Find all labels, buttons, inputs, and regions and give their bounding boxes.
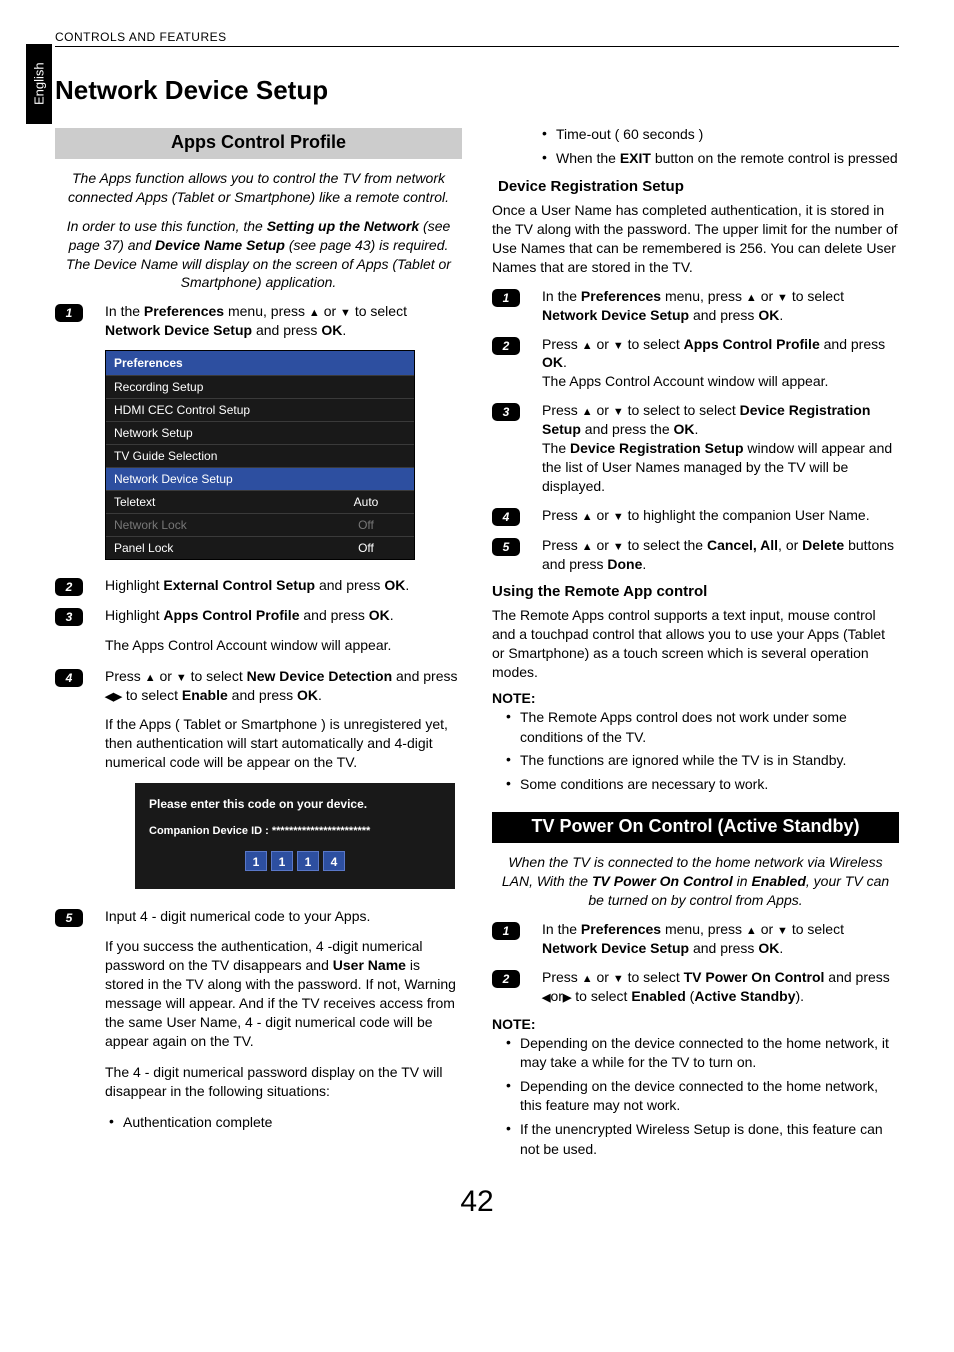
down-arrow-icon: ▼ (613, 406, 624, 418)
down-arrow-icon: ▼ (777, 925, 788, 937)
codebox-digits: 1 1 1 4 (149, 851, 441, 871)
down-arrow-icon: ▼ (176, 672, 187, 684)
codebox-line-1: Please enter this code on your device. (149, 797, 441, 811)
up-arrow-icon: ▲ (582, 406, 593, 418)
step-badge-1: 1 (55, 304, 83, 322)
tvpower-note-1: Depending on the device connected to the… (506, 1034, 899, 1073)
remote-notes: The Remote Apps control does not work un… (492, 708, 899, 794)
right-step-2: 2 Press ▲ or ▼ to select Apps Control Pr… (492, 335, 899, 392)
menu-row: Network Setup (106, 421, 414, 444)
left-bullets: Authentication complete (105, 1113, 462, 1133)
header-section: CONTROLS AND FEATURES (55, 30, 899, 47)
menu-row: Panel LockOff (106, 536, 414, 559)
remote-app-heading: Using the Remote App control (492, 583, 899, 600)
down-arrow-icon: ▼ (613, 340, 624, 352)
codebox-line-2: Companion Device ID : ******************… (149, 825, 441, 837)
step-badge-5: 5 (492, 538, 520, 556)
up-arrow-icon: ▲ (582, 973, 593, 985)
left-step-5-note-1: If you success the authentication, 4 -di… (105, 937, 462, 1050)
down-arrow-icon: ▼ (613, 973, 624, 985)
code-digit: 4 (323, 851, 345, 871)
left-step-4-note: If the Apps ( Tablet or Smartphone ) is … (105, 715, 462, 772)
step-badge-1: 1 (492, 922, 520, 940)
code-digit: 1 (297, 851, 319, 871)
up-arrow-icon: ▲ (582, 340, 593, 352)
tvpower-step-1: 1 In the Preferences menu, press ▲ or ▼ … (492, 920, 899, 958)
tvpower-step-2: 2 Press ▲ or ▼ to select TV Power On Con… (492, 968, 899, 1006)
right-step-1: 1 In the Preferences menu, press ▲ or ▼ … (492, 287, 899, 325)
language-tab: English (26, 44, 52, 124)
main-title: Network Device Setup (55, 75, 462, 106)
apps-control-profile-heading: Apps Control Profile (55, 128, 462, 159)
right-top-bullets: Time-out ( 60 seconds ) When the EXIT bu… (528, 125, 899, 168)
left-step-3: 3 Highlight Apps Control Profile and pre… (55, 606, 462, 626)
menu-row: HDMI CEC Control Setup (106, 398, 414, 421)
bullet-auth-complete: Authentication complete (109, 1113, 462, 1133)
menu-row: TV Guide Selection (106, 444, 414, 467)
remote-note-1: The Remote Apps control does not work un… (506, 708, 899, 747)
down-arrow-icon: ▼ (340, 307, 351, 319)
up-arrow-icon: ▲ (309, 307, 320, 319)
tv-power-intro: When the TV is connected to the home net… (498, 853, 893, 910)
left-step-1: 1 In the Preferences menu, press ▲ or ▼ … (55, 302, 462, 340)
remote-note-2: The functions are ignored while the TV i… (506, 751, 899, 771)
code-entry-illustration: Please enter this code on your device. C… (135, 783, 455, 889)
menu-row: Recording Setup (106, 375, 414, 398)
intro-paragraph-1: The Apps function allows you to control … (61, 169, 456, 207)
tvpower-note-3: If the unencrypted Wireless Setup is don… (506, 1120, 899, 1159)
code-digit: 1 (245, 851, 267, 871)
step-badge-3: 3 (55, 608, 83, 626)
step-badge-3: 3 (492, 403, 520, 421)
up-arrow-icon: ▲ (145, 672, 156, 684)
up-arrow-icon: ▲ (582, 511, 593, 523)
menu-row-disabled: Network LockOff (106, 513, 414, 536)
code-digit: 1 (271, 851, 293, 871)
remote-note-3: Some conditions are necessary to work. (506, 775, 899, 795)
step-badge-2: 2 (55, 578, 83, 596)
menu-title: Preferences (106, 351, 414, 375)
remote-app-intro: The Remote Apps control supports a text … (492, 606, 899, 682)
down-arrow-icon: ▼ (777, 292, 788, 304)
step-badge-4: 4 (492, 508, 520, 526)
step-badge-4: 4 (55, 669, 83, 687)
drs-intro: Once a User Name has completed authentic… (492, 201, 899, 277)
right-column: Time-out ( 60 seconds ) When the EXIT bu… (492, 65, 899, 1163)
bullet-timeout: Time-out ( 60 seconds ) (542, 125, 899, 145)
menu-row: TeletextAuto (106, 490, 414, 513)
left-step-2: 2 Highlight External Control Setup and p… (55, 576, 462, 596)
bullet-exit: When the EXIT button on the remote contr… (542, 149, 899, 169)
left-step-3-note: The Apps Control Account window will app… (105, 636, 462, 655)
page-number: 42 (55, 1185, 899, 1219)
tvpower-note-2: Depending on the device connected to the… (506, 1077, 899, 1116)
tv-power-heading: TV Power On Control (Active Standby) (492, 812, 899, 843)
down-arrow-icon: ▼ (613, 541, 624, 553)
preferences-menu-illustration: Preferences Recording Setup HDMI CEC Con… (105, 350, 415, 560)
tvpower-notes: Depending on the device connected to the… (492, 1034, 899, 1160)
step-badge-1: 1 (492, 289, 520, 307)
right-arrow-icon: ▶ (113, 691, 121, 703)
up-arrow-icon: ▲ (746, 925, 757, 937)
right-step-3: 3 Press ▲ or ▼ to select to select Devic… (492, 401, 899, 495)
device-registration-setup-heading: Device Registration Setup (492, 178, 899, 195)
menu-row-highlighted: Network Device Setup (106, 467, 414, 490)
left-step-5: 5 Input 4 - digit numerical code to your… (55, 907, 462, 927)
intro-paragraph-2: In order to use this function, the Setti… (61, 217, 456, 293)
left-step-4: 4 Press ▲ or ▼ to select New Device Dete… (55, 667, 462, 705)
step-badge-2: 2 (492, 337, 520, 355)
down-arrow-icon: ▼ (613, 511, 624, 523)
up-arrow-icon: ▲ (746, 292, 757, 304)
note-label: NOTE: (492, 690, 899, 706)
left-step-5-note-2: The 4 - digit numerical password display… (105, 1063, 462, 1101)
up-arrow-icon: ▲ (582, 541, 593, 553)
note-label: NOTE: (492, 1016, 899, 1032)
right-step-5: 5 Press ▲ or ▼ to select the Cancel, All… (492, 536, 899, 574)
step-badge-5: 5 (55, 909, 83, 927)
right-step-4: 4 Press ▲ or ▼ to highlight the companio… (492, 506, 899, 526)
left-column: Network Device Setup Apps Control Profil… (55, 65, 462, 1163)
step-badge-2: 2 (492, 970, 520, 988)
